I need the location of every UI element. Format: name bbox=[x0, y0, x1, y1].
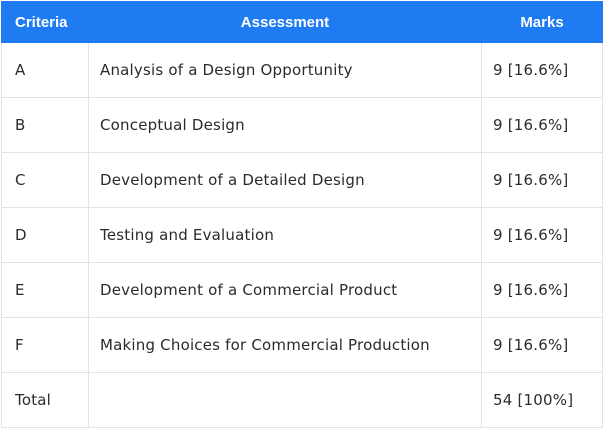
assessment-cell: Making Choices for Commercial Production bbox=[88, 317, 482, 373]
total-row: Total 54 [100%] bbox=[1, 372, 603, 428]
criteria-cell: F bbox=[1, 317, 89, 373]
criteria-cell: E bbox=[1, 262, 89, 318]
criteria-cell: A bbox=[1, 42, 89, 98]
total-marks-cell: 54 [100%] bbox=[481, 372, 603, 428]
header-row: Criteria Assessment Marks bbox=[1, 1, 603, 43]
table-row: B Conceptual Design 9 [16.6%] bbox=[1, 97, 603, 153]
assessment-cell: Conceptual Design bbox=[88, 97, 482, 153]
table-header: Criteria Assessment Marks bbox=[1, 1, 603, 43]
assessment-cell: Analysis of a Design Opportunity bbox=[88, 42, 482, 98]
table-row: D Testing and Evaluation 9 [16.6%] bbox=[1, 207, 603, 263]
table-row: E Development of a Commercial Product 9 … bbox=[1, 262, 603, 318]
criteria-cell: D bbox=[1, 207, 89, 263]
assessment-cell: Development of a Commercial Product bbox=[88, 262, 482, 318]
criteria-cell: C bbox=[1, 152, 89, 208]
criteria-table-container: Criteria Assessment Marks A Analysis of … bbox=[1, 1, 603, 428]
table-row: C Development of a Detailed Design 9 [16… bbox=[1, 152, 603, 208]
table-body: A Analysis of a Design Opportunity 9 [16… bbox=[1, 42, 603, 428]
criteria-cell: B bbox=[1, 97, 89, 153]
assessment-cell: Development of a Detailed Design bbox=[88, 152, 482, 208]
marks-cell: 9 [16.6%] bbox=[481, 42, 603, 98]
header-marks: Marks bbox=[481, 1, 603, 43]
table-row: A Analysis of a Design Opportunity 9 [16… bbox=[1, 42, 603, 98]
assessment-cell: Testing and Evaluation bbox=[88, 207, 482, 263]
criteria-table: Criteria Assessment Marks A Analysis of … bbox=[1, 1, 603, 428]
marks-cell: 9 [16.6%] bbox=[481, 262, 603, 318]
marks-cell: 9 [16.6%] bbox=[481, 207, 603, 263]
marks-cell: 9 [16.6%] bbox=[481, 97, 603, 153]
marks-cell: 9 [16.6%] bbox=[481, 152, 603, 208]
header-criteria: Criteria bbox=[1, 1, 89, 43]
table-row: F Making Choices for Commercial Producti… bbox=[1, 317, 603, 373]
total-label-cell: Total bbox=[1, 372, 89, 428]
header-assessment: Assessment bbox=[88, 1, 482, 43]
total-assessment-cell bbox=[88, 372, 482, 428]
marks-cell: 9 [16.6%] bbox=[481, 317, 603, 373]
